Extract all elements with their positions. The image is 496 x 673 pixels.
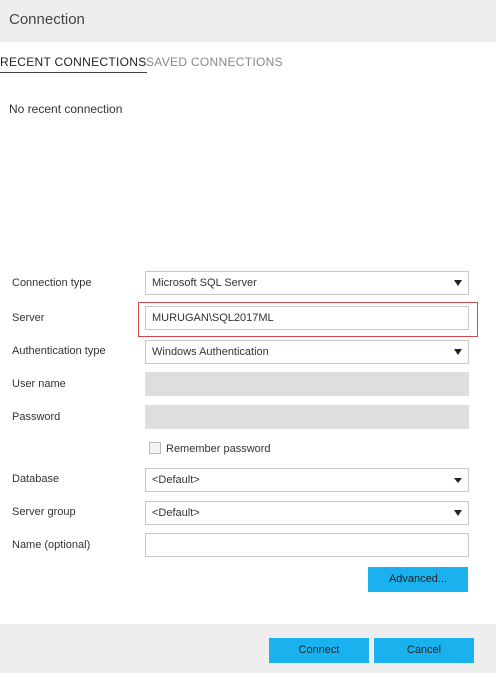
server-group-value: <Default> <box>152 507 200 519</box>
user-name-label: User name <box>12 378 66 390</box>
tab-recent-connections[interactable]: RECENT CONNECTIONS <box>0 55 147 73</box>
connection-type-value: Microsoft SQL Server <box>152 277 257 289</box>
database-value: <Default> <box>152 474 200 486</box>
dialog-title: Connection <box>9 11 85 28</box>
recent-empty-message: No recent connection <box>9 102 123 116</box>
auth-type-select[interactable]: Windows Authentication <box>145 340 469 364</box>
connection-tabs: RECENT CONNECTIONS SAVED CONNECTIONS <box>0 42 496 74</box>
chevron-down-icon <box>454 280 462 286</box>
server-group-label: Server group <box>12 506 76 518</box>
chevron-down-icon <box>454 349 462 355</box>
server-value: MURUGAN\SQL2017ML <box>152 312 274 324</box>
dialog-header: Connection <box>0 0 496 42</box>
server-group-select[interactable]: <Default> <box>145 501 469 525</box>
user-name-input[interactable] <box>145 372 469 396</box>
database-label: Database <box>12 473 60 485</box>
password-input[interactable] <box>145 405 469 429</box>
password-label: Password <box>12 411 61 423</box>
server-input[interactable]: MURUGAN\SQL2017ML <box>145 306 469 330</box>
cancel-button[interactable]: Cancel <box>374 638 474 663</box>
database-select[interactable]: <Default> <box>145 468 469 492</box>
name-optional-input[interactable] <box>145 533 469 557</box>
remember-password-checkbox[interactable] <box>149 442 161 454</box>
server-label: Server <box>12 312 45 324</box>
chevron-down-icon <box>454 478 462 483</box>
connection-type-select[interactable]: Microsoft SQL Server <box>145 271 469 295</box>
advanced-button[interactable]: Advanced... <box>368 567 468 592</box>
remember-password-label: Remember password <box>166 443 271 455</box>
auth-type-label: Authentication type <box>12 345 106 357</box>
connect-button[interactable]: Connect <box>269 638 369 663</box>
name-optional-label: Name (optional) <box>12 539 91 551</box>
auth-type-value: Windows Authentication <box>152 346 269 358</box>
chevron-down-icon <box>454 510 462 516</box>
tab-saved-connections[interactable]: SAVED CONNECTIONS <box>146 55 283 69</box>
connection-type-label: Connection type <box>12 277 92 289</box>
